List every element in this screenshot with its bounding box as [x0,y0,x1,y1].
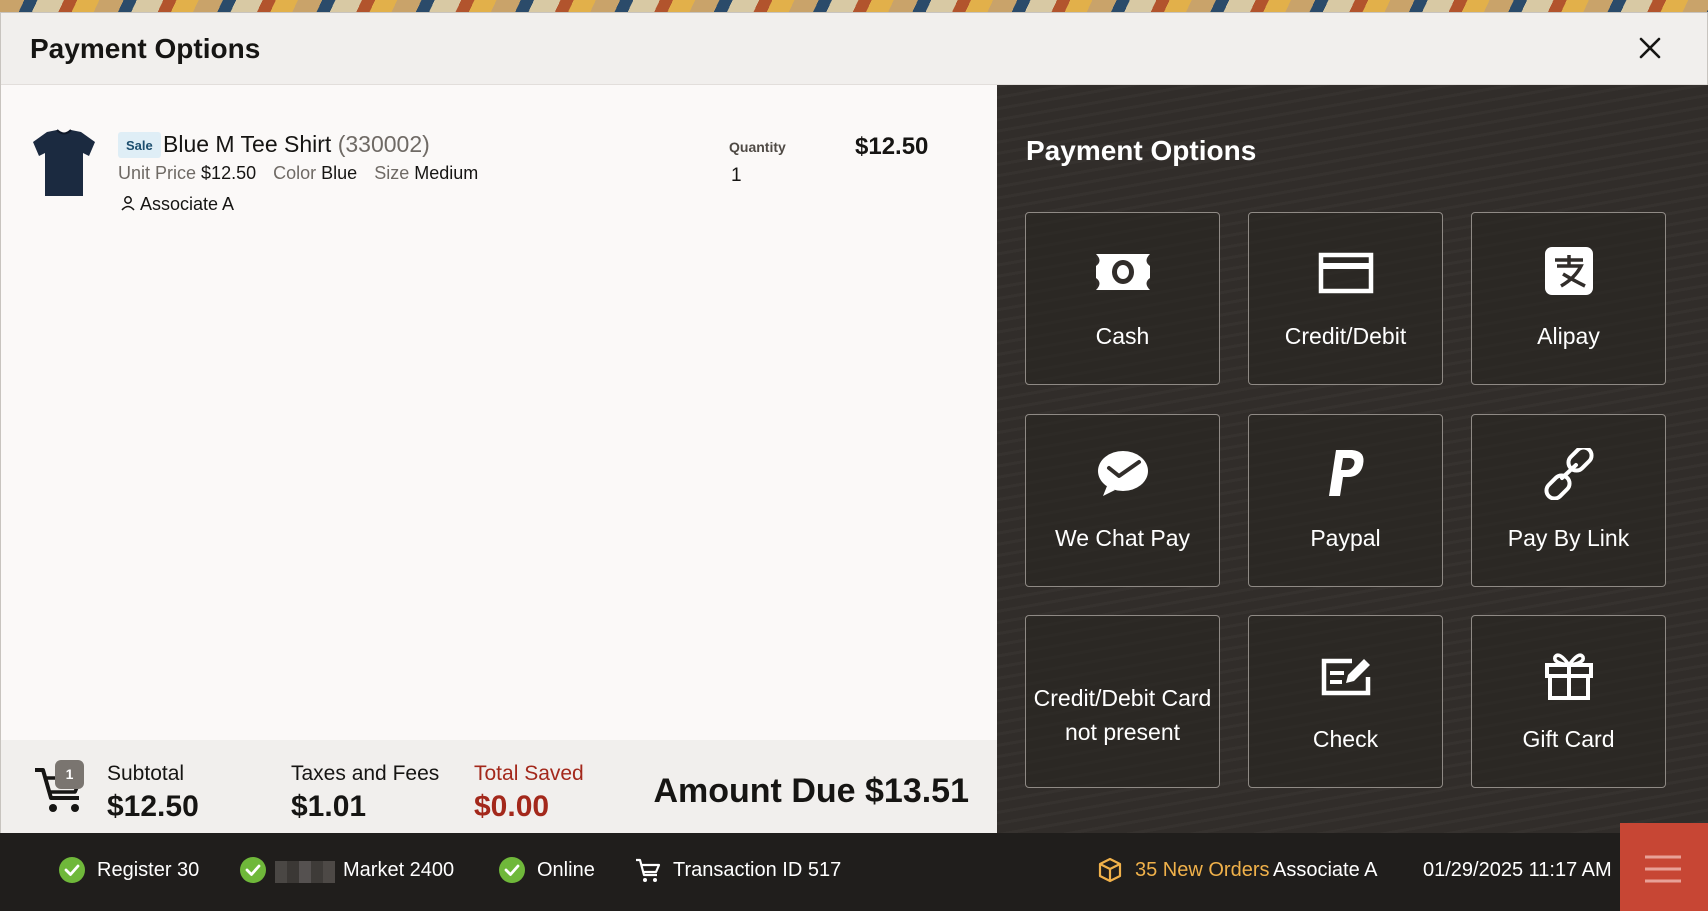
pay-by-link-label: Pay By Link [1507,525,1630,551]
paypal-icon [1329,450,1364,496]
transaction-id: Transaction ID 517 [673,859,842,881]
subtotal-label: Subtotal [107,762,185,785]
item-name: Blue M Tee Shirt (330002) [163,131,430,158]
cart-count-badge: 1 [55,760,84,789]
close-button[interactable] [1637,35,1663,61]
register-status-icon [59,857,85,883]
taxes-value: $1.01 [291,790,367,823]
card-not-present-label: Credit/Debit Card not present [1033,685,1212,745]
decorative-banner [0,0,1708,12]
cart-line-item[interactable]: Sale Blue M Tee Shirt (330002) Unit Pric… [1,85,997,235]
redacted-store-name [275,861,335,883]
sale-badge: Sale [118,132,161,158]
new-orders-link[interactable]: 35 New Orders [1135,859,1270,882]
payment-gift-card-button[interactable]: Gift Card [1471,615,1666,788]
payment-options-dialog: Payment Options Sale Blue M Tee Shirt (3… [0,12,1708,846]
payment-wechat-pay-button[interactable]: We Chat Pay [1025,414,1220,587]
tshirt-thumbnail [33,129,95,196]
payment-options-panel: Payment Options Cash Credit/Debit Alipay… [997,85,1708,846]
transaction-cart-icon [636,858,661,882]
payment-paypal-button[interactable]: Paypal [1248,414,1443,587]
main-menu-button[interactable] [1620,823,1708,911]
alipay-label: Alipay [1537,323,1600,349]
payment-alipay-button[interactable]: Alipay [1471,212,1666,385]
gift-icon [1545,653,1593,700]
gift-card-label: Gift Card [1522,726,1615,752]
credit-debit-label: Credit/Debit [1284,323,1407,349]
link-icon [1544,448,1594,500]
check-icon [1321,658,1371,696]
market-status-icon [240,857,266,883]
payment-check-button[interactable]: Check [1248,615,1443,788]
online-status-icon [499,857,525,883]
current-associate: Associate A [1273,859,1378,881]
quantity-value: 1 [731,165,742,186]
check-label: Check [1312,726,1379,752]
amount-due: Amount Due $13.51 [653,772,969,810]
color-value: Blue [321,163,358,183]
package-icon [1098,857,1122,883]
item-associate: Associate A [120,194,234,215]
unit-price-value: $12.50 [201,163,257,183]
alipay-icon [1545,247,1593,295]
wechat-pay-label: We Chat Pay [1054,525,1191,551]
total-saved-label: Total Saved [474,762,584,785]
taxes-label: Taxes and Fees [291,762,440,785]
close-icon [1639,37,1661,59]
date-time: 01/29/2025 11:17 AM [1423,859,1612,881]
subtotal-value: $12.50 [107,790,199,823]
unit-price-label: Unit Price [118,163,197,183]
item-sku: (330002) [337,131,430,157]
item-name-text: Blue M Tee Shirt [163,131,332,157]
size-value: Medium [414,163,479,183]
cash-icon [1096,254,1150,290]
payment-credit-debit-button[interactable]: Credit/Debit [1248,212,1443,385]
dialog-title: Payment Options [30,33,261,64]
item-attributes: Unit Price $12.50 Color Blue Size Medium [118,163,478,184]
payment-card-not-present-button[interactable]: Credit/Debit Card not present [1025,615,1220,788]
register-status: Register 30 [97,859,200,881]
paypal-label: Paypal [1310,525,1381,551]
person-icon [121,196,135,211]
market-status: Market 2400 [343,859,455,881]
item-price: $12.50 [855,133,929,160]
online-status: Online [537,859,595,881]
status-bar: Register 30 Market 2400 Online Transacti… [0,823,1708,911]
dialog-header: Payment Options [1,13,1707,85]
color-label: Color [273,163,317,183]
wechat-pay-icon [1098,451,1148,496]
payment-cash-button[interactable]: Cash [1025,212,1220,385]
size-label: Size [374,163,410,183]
payment-pay-by-link-button[interactable]: Pay By Link [1471,414,1666,587]
cash-label: Cash [1095,323,1150,349]
payment-options-title: Payment Options [1026,135,1257,166]
quantity-label: Quantity [729,139,786,155]
hamburger-menu-icon [1645,855,1681,883]
cart-panel: Sale Blue M Tee Shirt (330002) Unit Pric… [1,85,997,846]
total-saved-value: $0.00 [474,790,550,823]
credit-card-icon [1318,252,1374,294]
associate-name: Associate A [140,194,235,214]
totals-bar: 1 Subtotal $12.50 Taxes and Fees $1.01 T… [1,740,997,846]
